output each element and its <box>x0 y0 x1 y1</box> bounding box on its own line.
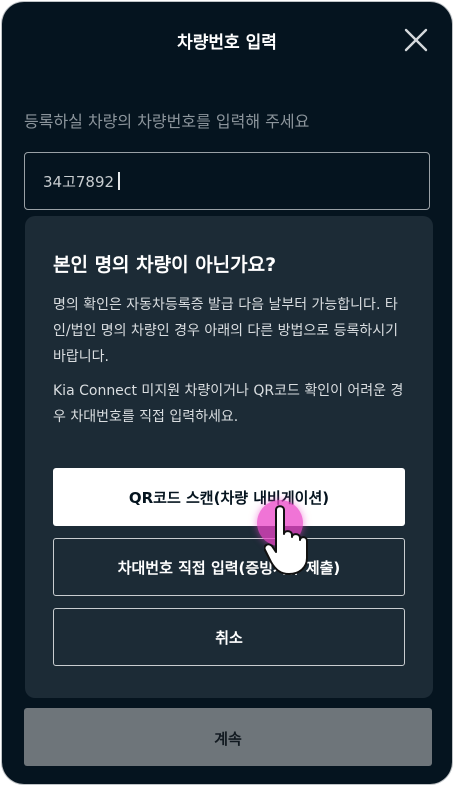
dialog-paragraph-2: Kia Connect 미지원 차량이거나 QR코드 확인이 어려운 경우 차대… <box>53 383 404 425</box>
continue-button[interactable]: 계속 <box>24 708 432 766</box>
not-owner-dialog: 본인 명의 차량이 아닌가요? 명의 확인은 자동차등록증 발급 다음 날부터 … <box>25 216 433 698</box>
header: 차량번호 입력 <box>2 2 452 80</box>
app-screen: 차량번호 입력 등록하실 차량의 차량번호를 입력해 주세요 34고7892 계… <box>2 2 452 784</box>
vin-input-button[interactable]: 차대번호 직접 입력(증빙서류 제출) <box>53 538 405 596</box>
close-icon <box>404 28 428 52</box>
cancel-button[interactable]: 취소 <box>53 608 405 666</box>
dialog-paragraph-1: 명의 확인은 자동차등록증 발급 다음 날부터 가능합니다. 타인/법인 명의 … <box>53 297 398 365</box>
qr-scan-button-label: QR코드 스캔(차량 내비게이션) <box>128 489 330 507</box>
plate-number-text: 34고7892 <box>43 173 115 191</box>
dialog-title: 본인 명의 차량이 아닌가요? <box>53 254 277 276</box>
hand-pointer-graphic <box>263 505 308 575</box>
instruction-text: 등록하실 차량의 차량번호를 입력해 주세요 <box>24 112 310 131</box>
close-button[interactable] <box>400 24 432 56</box>
page-title: 차량번호 입력 <box>177 33 277 53</box>
vin-input-button-label: 차대번호 직접 입력(증빙서류 제출) <box>117 559 341 577</box>
continue-button-label: 계속 <box>214 730 242 748</box>
plate-number-input[interactable]: 34고7892 <box>24 152 430 210</box>
plate-number-value: 34고7892 <box>43 171 120 192</box>
cancel-button-label: 취소 <box>215 629 243 647</box>
hand-pointer-icon <box>263 502 310 576</box>
qr-scan-button[interactable]: QR코드 스캔(차량 내비게이션) <box>53 468 405 526</box>
text-caret <box>118 172 120 190</box>
dialog-body: 명의 확인은 자동차등록증 발급 다음 날부터 가능합니다. 타인/법인 명의 … <box>53 292 413 438</box>
